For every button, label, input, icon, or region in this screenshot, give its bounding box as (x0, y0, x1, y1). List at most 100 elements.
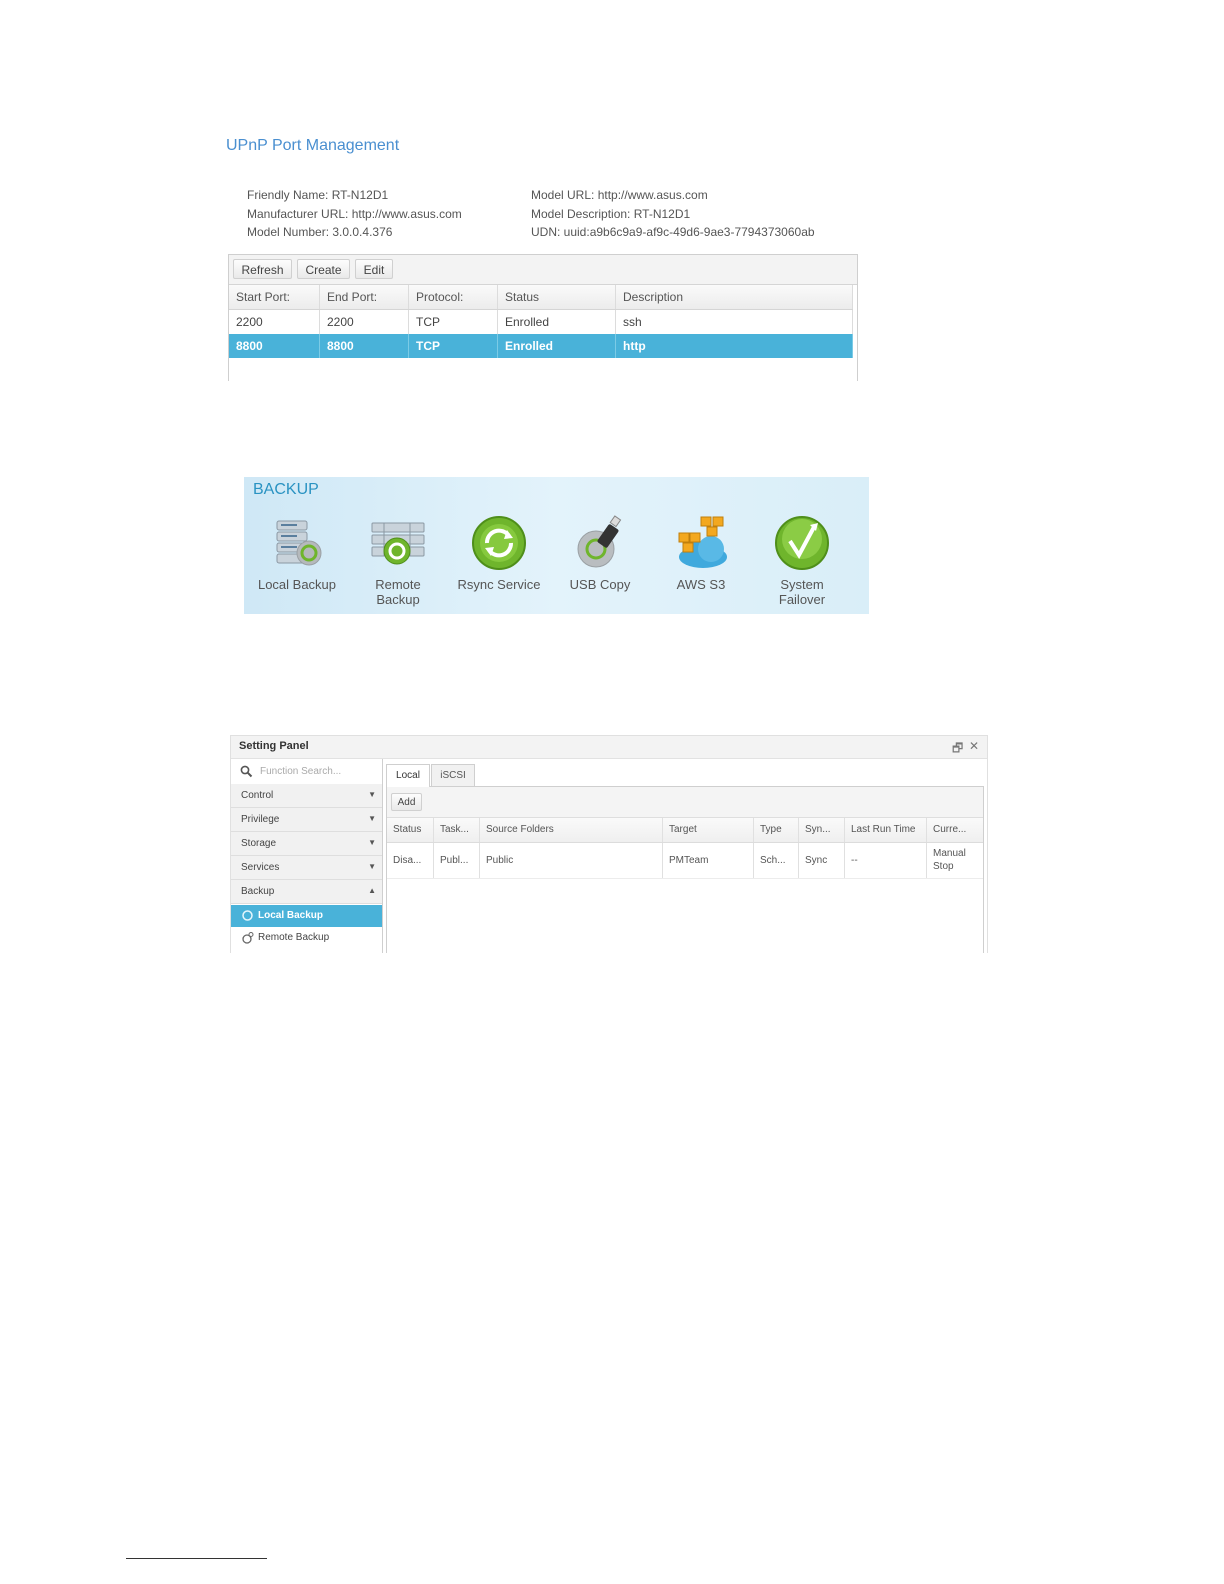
sidebar-item-label: Services (241, 862, 280, 873)
sidebar-item-services[interactable]: Services ▼ (231, 856, 382, 880)
cell-sync: Sync (799, 843, 845, 878)
aws-s3-icon (673, 515, 729, 571)
close-icon[interactable]: ✕ (969, 739, 979, 753)
udn: UDN: uuid:a9b6c9a9-af9c-49d6-9ae3-779437… (531, 225, 815, 239)
item-label: Local Backup (257, 577, 337, 592)
column-header-end-port[interactable]: End Port: (320, 285, 409, 309)
sidebar-subitem-label: Remote Backup (258, 932, 330, 943)
edit-button[interactable]: Edit (355, 259, 393, 279)
sidebar-subitem-local-backup[interactable]: Local Backup (231, 905, 382, 927)
manufacturer-url: Manufacturer URL: http://www.asus.com (247, 207, 462, 221)
chevron-down-icon: ▼ (368, 838, 376, 847)
cell-current: Manual Stop (927, 843, 983, 878)
column-header-start-port[interactable]: Start Port: (229, 285, 320, 309)
item-label: USB Copy (569, 577, 631, 592)
rsync-service-icon (471, 515, 527, 571)
usb-copy-app[interactable]: USB Copy (550, 515, 650, 592)
item-label-line1: System (780, 577, 824, 592)
item-label: Rsync Service (457, 577, 541, 592)
column-header-description[interactable]: Description (616, 285, 853, 309)
column-header-task[interactable]: Task... (434, 818, 480, 842)
friendly-name: Friendly Name: RT-N12D1 (247, 188, 389, 202)
footnote-separator (126, 1558, 267, 1559)
rsync-service-app[interactable]: Rsync Service (449, 515, 549, 592)
chevron-down-icon: ▼ (368, 862, 376, 871)
column-header-target[interactable]: Target (663, 818, 754, 842)
cell-start-port: 8800 (229, 334, 320, 358)
upnp-port-grid: Refresh Create Edit Start Port: End Port… (228, 254, 858, 381)
column-header-status[interactable]: Status (387, 818, 434, 842)
cell-type: Sch... (754, 843, 799, 878)
aws-s3-app[interactable]: AWS S3 (651, 515, 751, 592)
cell-current-line2: Stop (933, 861, 954, 872)
upnp-grid-header: Start Port: End Port: Protocol: Status D… (229, 285, 853, 310)
table-row[interactable]: 2200 2200 TCP Enrolled ssh (229, 310, 853, 335)
column-header-status[interactable]: Status (498, 285, 616, 309)
remote-backup-app[interactable]: Remote Backup (348, 515, 448, 607)
local-backup-small-icon (242, 910, 253, 921)
upnp-toolbar: Refresh Create Edit (229, 255, 857, 285)
sidebar-subitem-label: Local Backup (258, 910, 324, 921)
item-label-line2: Backup (376, 592, 420, 607)
column-header-sync[interactable]: Syn... (799, 818, 845, 842)
sidebar-item-privilege[interactable]: Privilege ▼ (231, 808, 382, 832)
add-button[interactable]: Add (391, 793, 422, 811)
cell-protocol: TCP (409, 310, 498, 334)
search-placeholder: Function Search... (260, 766, 342, 777)
column-header-source-folders[interactable]: Source Folders (480, 818, 663, 842)
model-url: Model URL: http://www.asus.com (531, 188, 708, 202)
sidebar-subitem-remote-backup[interactable]: Remote Backup (231, 927, 382, 949)
cell-status: Enrolled (498, 334, 616, 358)
cell-last-run-time: -- (845, 843, 927, 878)
cell-start-port: 2200 (229, 310, 320, 334)
cell-end-port: 8800 (320, 334, 409, 358)
cell-status: Enrolled (498, 310, 616, 334)
cell-source-folders: Public (480, 843, 663, 878)
cell-end-port: 2200 (320, 310, 409, 334)
cell-target: PMTeam (663, 843, 754, 878)
restore-window-icon[interactable]: 🗗 (952, 739, 963, 760)
sidebar-item-label: Privilege (241, 814, 280, 825)
chevron-down-icon: ▼ (368, 814, 376, 823)
cell-protocol: TCP (409, 334, 498, 358)
table-row[interactable]: Disa... Publ... Public PMTeam Sch... Syn… (387, 843, 983, 879)
column-header-last-run-time[interactable]: Last Run Time (845, 818, 927, 842)
setting-panel-window: Setting Panel 🗗 ✕ Function Search... Con… (230, 735, 988, 953)
main-content: Local iSCSI Add Status Task... Source Fo… (386, 764, 984, 953)
sidebar-item-label: Backup (241, 886, 275, 897)
sidebar-item-backup[interactable]: Backup ▲ (231, 880, 382, 904)
grid-toolbar: Add (387, 787, 983, 818)
column-header-current[interactable]: Curre... (927, 818, 983, 842)
column-header-type[interactable]: Type (754, 818, 799, 842)
table-row-selected[interactable]: 8800 8800 TCP Enrolled http (229, 334, 853, 358)
model-number: Model Number: 3.0.0.4.376 (247, 225, 393, 239)
sidebar: Function Search... Control ▼ Privilege ▼… (231, 759, 383, 953)
sidebar-item-control[interactable]: Control ▼ (231, 784, 382, 808)
tab-local[interactable]: Local (386, 764, 430, 787)
column-header-protocol[interactable]: Protocol: (409, 285, 498, 309)
local-backup-grid: Add Status Task... Source Folders Target… (386, 786, 984, 953)
usb-copy-icon (572, 515, 628, 571)
model-description: Model Description: RT-N12D1 (531, 207, 691, 221)
chevron-down-icon: ▼ (368, 790, 376, 799)
refresh-button[interactable]: Refresh (233, 259, 292, 279)
function-search[interactable]: Function Search... (231, 759, 382, 785)
create-button[interactable]: Create (297, 259, 350, 279)
system-failover-icon (774, 515, 830, 571)
grid-header: Status Task... Source Folders Target Typ… (387, 818, 983, 843)
item-label-line1: Remote (375, 577, 421, 592)
item-label-line2: Failover (778, 592, 826, 607)
tab-iscsi[interactable]: iSCSI (431, 764, 475, 786)
cell-status: Disa... (387, 843, 434, 878)
upnp-page-title: UPnP Port Management (226, 137, 400, 154)
local-backup-app[interactable]: Local Backup (247, 515, 347, 592)
system-failover-app[interactable]: System Failover (752, 515, 852, 607)
remote-backup-small-icon (242, 932, 254, 944)
sidebar-item-label: Storage (241, 838, 277, 849)
cell-description: ssh (616, 310, 853, 334)
sidebar-item-storage[interactable]: Storage ▼ (231, 832, 382, 856)
window-title: Setting Panel (239, 740, 309, 752)
item-label: AWS S3 (676, 577, 726, 592)
cell-current-line1: Manual (933, 848, 966, 859)
window-header: Setting Panel 🗗 ✕ (231, 736, 987, 759)
